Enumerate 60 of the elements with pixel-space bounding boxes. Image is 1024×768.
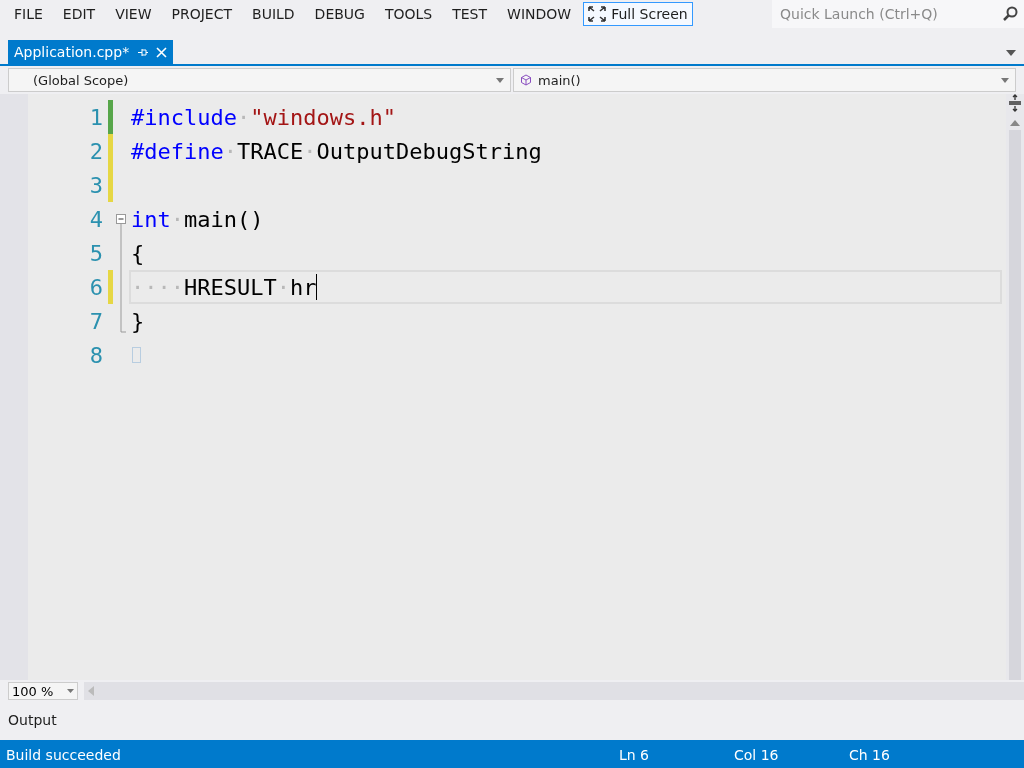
quick-launch-box[interactable]: Quick Launch (Ctrl+Q): [772, 0, 1024, 28]
pin-icon[interactable]: [137, 46, 149, 58]
whitespace-dots: ·: [276, 274, 290, 300]
menu-item[interactable]: PROJECT: [161, 6, 243, 22]
expand-arrows-icon: [588, 6, 607, 22]
whitespace-dots: ····: [131, 274, 184, 300]
output-panel-title[interactable]: Output: [8, 712, 57, 728]
menu-item[interactable]: VIEW: [105, 6, 162, 22]
line-indicator: Ln 6: [619, 747, 651, 763]
document-tab[interactable]: Application.cpp*: [8, 40, 174, 64]
line-number: 7: [88, 308, 104, 334]
line-number: 4: [88, 206, 104, 232]
line-number: 1: [88, 104, 104, 130]
scroll-left-icon[interactable]: [88, 686, 94, 696]
close-icon[interactable]: [156, 46, 168, 58]
code-token: {: [131, 240, 145, 266]
search-icon: [1002, 6, 1018, 22]
split-icon[interactable]: [1008, 94, 1022, 112]
menu-item[interactable]: FILE: [4, 6, 53, 22]
text-caret: [316, 274, 318, 300]
whitespace-dots: ·: [236, 104, 251, 130]
line-number: 2: [88, 138, 104, 164]
menu-item[interactable]: BUILD: [242, 6, 305, 22]
menu-item[interactable]: DEBUG: [304, 6, 375, 22]
code-token: "windows.h": [250, 104, 396, 130]
line-number: 6: [88, 274, 104, 300]
full-screen-button[interactable]: Full Screen: [583, 2, 693, 26]
menu-item[interactable]: TEST: [442, 6, 498, 22]
scope-dropdown[interactable]: (Global Scope): [8, 68, 511, 92]
code-token: }: [131, 308, 145, 334]
horizontal-scrollbar[interactable]: [84, 682, 1024, 700]
column-indicator: Col 16: [734, 747, 780, 763]
vertical-scrollbar[interactable]: [1006, 94, 1024, 680]
menu-item[interactable]: WINDOW: [497, 6, 582, 22]
menu-item[interactable]: EDIT: [52, 6, 106, 22]
dropdown-arrow-icon: [1001, 77, 1009, 83]
code-token: int: [131, 206, 171, 232]
whitespace-dots: ·: [223, 138, 237, 164]
whitespace-dots: ·: [303, 138, 317, 164]
line-number: 3: [88, 172, 104, 198]
dropdown-arrow-icon: [496, 77, 504, 83]
code-token: OutputDebugString: [316, 138, 542, 164]
code-token: #include: [131, 104, 237, 130]
zoom-dropdown[interactable]: 100 %: [8, 682, 78, 700]
dropdown-arrow-icon[interactable]: [1006, 50, 1016, 56]
char-indicator: Ch 16: [849, 747, 891, 763]
code-token: hr: [289, 274, 317, 300]
line-number: 5: [88, 240, 104, 266]
dropdown-arrow-icon: [67, 689, 74, 693]
whitespace-dots: ·: [170, 206, 184, 232]
status-message: Build succeeded: [6, 747, 122, 763]
line-number: 8: [88, 342, 104, 368]
scroll-up-icon[interactable]: [1010, 120, 1020, 126]
code-token: TRACE: [236, 138, 304, 164]
member-dropdown[interactable]: main(): [513, 68, 1016, 92]
code-token: main(): [184, 206, 264, 232]
code-token: #define: [131, 138, 224, 164]
cube-icon: [520, 74, 532, 86]
menu-item[interactable]: TOOLS: [374, 6, 443, 22]
code-token: HRESULT: [184, 274, 277, 300]
